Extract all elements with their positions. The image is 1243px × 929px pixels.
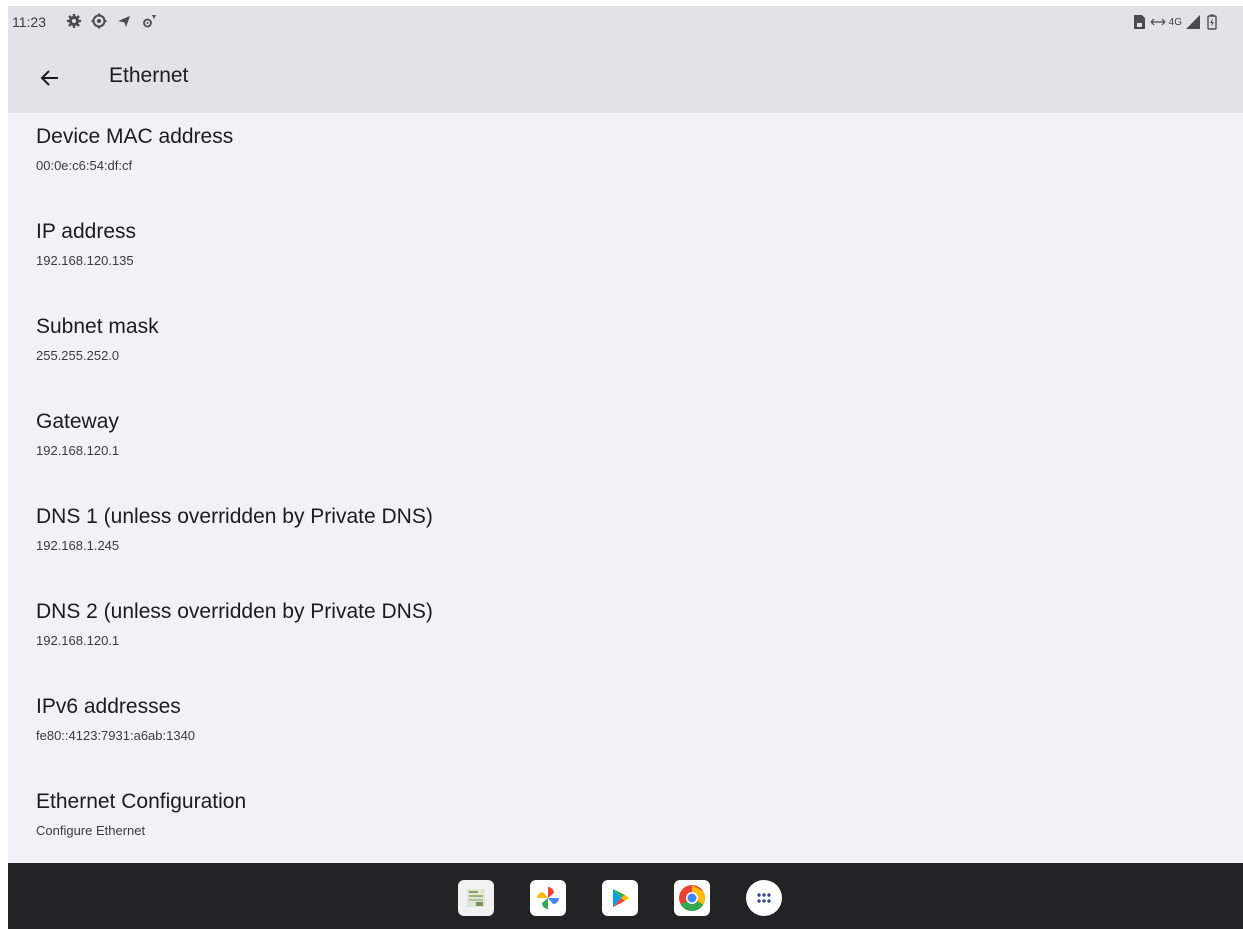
settings-cog-icon [91, 13, 107, 29]
play-store-icon[interactable] [602, 880, 638, 916]
page-title: Ethernet [109, 64, 189, 87]
status-bar: 11:23 4G [8, 6, 1243, 40]
chrome-icon[interactable] [674, 880, 710, 916]
item-title: DNS 1 (unless overridden by Private DNS) [36, 505, 433, 528]
item-summary: fe80::4123:7931:a6ab:1340 [36, 728, 196, 743]
list-item-ethernet-configuration[interactable]: Ethernet Configuration Configure Etherne… [8, 778, 1243, 873]
list-item-dns-1[interactable]: DNS 1 (unless overridden by Private DNS)… [8, 493, 1243, 588]
settings-screen: 11:23 4G Ethernet Device MAC address 00:… [8, 6, 1243, 929]
dock-apps [458, 880, 782, 916]
status-system-icons: 4G [1131, 14, 1220, 30]
item-title: Subnet mask [36, 315, 159, 338]
item-title: IP address [36, 220, 137, 243]
grid-dots-icon [757, 893, 771, 903]
signal-strength-icon [1186, 15, 1200, 29]
data-transfer-icon [1150, 18, 1166, 26]
item-summary: 00:0e:c6:54:df:cf [36, 158, 133, 173]
item-summary: 192.168.120.1 [36, 443, 120, 458]
files-app-icon[interactable] [458, 880, 494, 916]
battery-charging-icon [1207, 14, 1217, 30]
arrow-back-icon [40, 70, 58, 86]
list-item-ipv6-addresses[interactable]: IPv6 addresses fe80::4123:7931:a6ab:1340 [8, 683, 1243, 778]
list-item-dns-2[interactable]: DNS 2 (unless overridden by Private DNS)… [8, 588, 1243, 683]
item-title: Device MAC address [36, 125, 234, 148]
location-arrow-icon [118, 16, 130, 27]
network-type-label: 4G [1168, 16, 1182, 28]
item-title: DNS 2 (unless overridden by Private DNS) [36, 600, 433, 623]
item-title: IPv6 addresses [36, 695, 181, 718]
photos-app-icon[interactable] [530, 880, 566, 916]
item-title: Ethernet Configuration [36, 790, 247, 813]
files-glyph-icon [467, 889, 485, 907]
chrome-logo-icon [679, 885, 706, 912]
list-item-gateway[interactable]: Gateway 192.168.120.1 [8, 398, 1243, 493]
list-item-device-mac-address[interactable]: Device MAC address 00:0e:c6:54:df:cf [8, 113, 1243, 208]
device-settings-icon [143, 15, 156, 28]
list-item-ip-address[interactable]: IP address 192.168.120.135 [8, 208, 1243, 303]
item-summary: 192.168.120.135 [36, 253, 134, 268]
taskbar-dock [8, 863, 1243, 929]
app-drawer-icon[interactable] [746, 880, 782, 916]
status-time: 11:23 [12, 14, 46, 30]
item-summary: Configure Ethernet [36, 823, 146, 838]
item-summary: 192.168.1.245 [36, 538, 120, 553]
item-summary: 192.168.120.1 [36, 633, 120, 648]
status-notification-icons [66, 13, 157, 29]
photos-pinwheel-icon [537, 887, 559, 909]
back-button[interactable] [32, 60, 68, 96]
play-triangle-icon [613, 889, 629, 907]
item-summary: 255.255.252.0 [36, 348, 120, 363]
item-title: Gateway [36, 410, 119, 433]
sim-card-icon [1133, 15, 1145, 29]
settings-gear-icon [67, 14, 81, 28]
app-bar: Ethernet [8, 40, 1243, 113]
list-item-subnet-mask[interactable]: Subnet mask 255.255.252.0 [8, 303, 1243, 398]
ethernet-info-list: Device MAC address 00:0e:c6:54:df:cf IP … [8, 113, 1243, 873]
